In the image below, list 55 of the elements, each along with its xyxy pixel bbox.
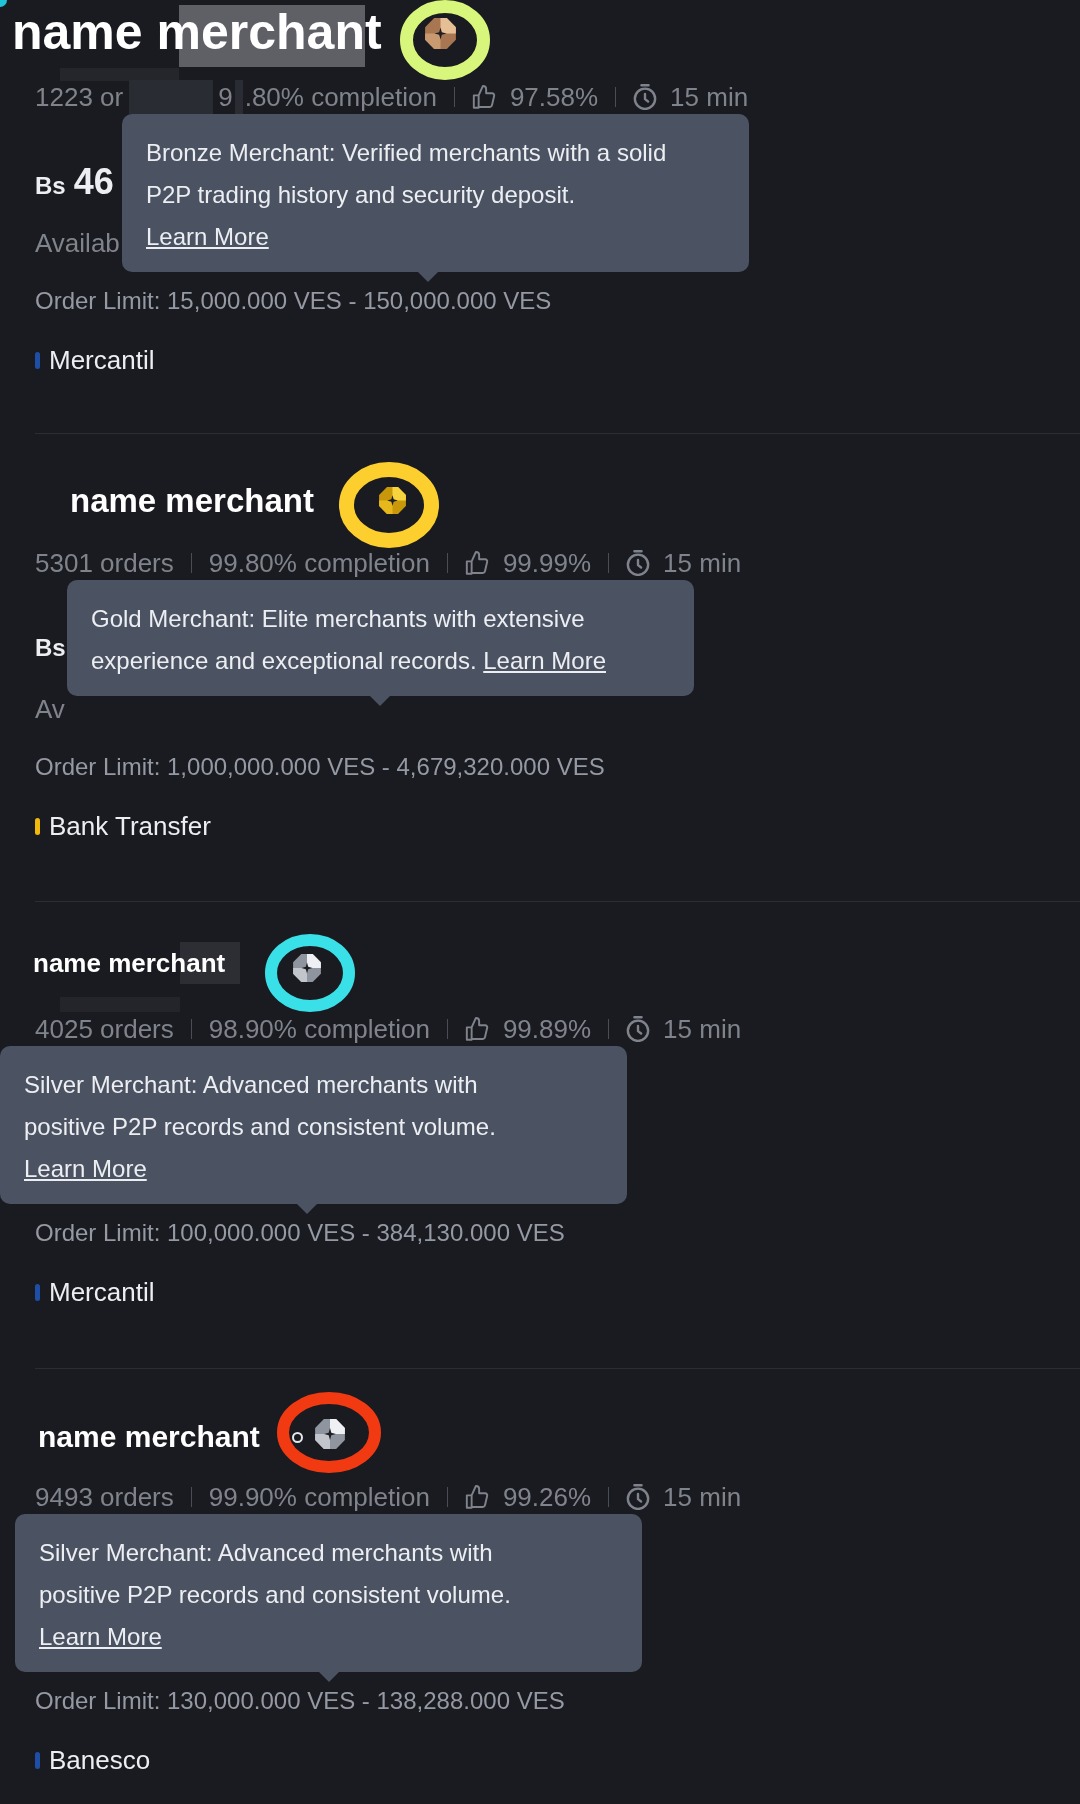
redaction-block <box>234 80 243 114</box>
order-limit: Order Limit: 1,000,000.000 VES - 4,679,320.000 VES <box>35 755 605 779</box>
order-limit: Order Limit: 100,000.000 VES - 384,130.000 VES <box>35 1221 565 1245</box>
payment-method: Banesco <box>49 1747 151 1773</box>
currency-label: Bs <box>35 633 66 663</box>
stat-text: .80% completion <box>244 84 437 110</box>
merchant-badge-icon <box>314 1419 345 1449</box>
positive-rate: 99.99% <box>502 550 592 576</box>
merchant-name: name merchant <box>12 5 382 67</box>
learn-more-link[interactable]: Learn More <box>146 223 269 250</box>
available-label: Av <box>35 696 65 722</box>
payment-method: Mercantil <box>49 1279 155 1305</box>
currency-label: Bs <box>35 171 66 201</box>
price-amount: 46 <box>73 160 114 204</box>
thumbs-up-icon <box>464 1017 489 1041</box>
learn-more-link[interactable]: Learn More <box>483 647 606 674</box>
order-limit: Order Limit: 15,000.000 VES - 150,000.000 VES <box>35 289 552 313</box>
learn-more-link[interactable]: Learn More <box>39 1623 162 1650</box>
stat-text: 98.90% completion <box>208 1016 430 1042</box>
tooltip-text: Silver Merchant: Advanced merchants with positive P2P records and consistent volume. Learn More <box>24 1070 497 1184</box>
positive-rate: 99.89% <box>502 1016 592 1042</box>
merchant-name: name merchant <box>38 1422 260 1452</box>
merchant-name: name merchant <box>70 483 314 517</box>
positive-rate: 97.58% <box>509 84 599 110</box>
timer-icon <box>626 1016 651 1042</box>
merchant-badge-icon <box>378 486 406 514</box>
merchant-name: name merchant <box>33 942 241 984</box>
learn-more-link[interactable]: Learn More <box>24 1155 147 1182</box>
timer-icon <box>626 550 651 576</box>
stat-text: 99.90% completion <box>208 1484 430 1510</box>
timer-icon <box>633 84 658 110</box>
release-time: 15 min <box>663 1484 742 1510</box>
tooltip-text: Silver Merchant: Advanced merchants with positive P2P records and consistent volume. Learn More <box>39 1538 512 1652</box>
stat-text: 9 <box>218 84 233 110</box>
tooltip-text: Gold Merchant: Elite merchants with extensive experience and exceptional records. Learn More <box>91 604 607 676</box>
timer-icon <box>626 1484 651 1510</box>
release-time: 15 min <box>663 550 742 576</box>
stat-text: 5301 orders <box>35 550 174 576</box>
thumbs-up-icon <box>471 85 496 109</box>
order-limit: Order Limit: 130,000.000 VES - 138,288.000 VES <box>35 1689 565 1713</box>
payment-method: Mercantil <box>49 347 155 373</box>
stat-text: 1223 or <box>35 84 124 110</box>
payment-method: Bank Transfer <box>49 813 211 839</box>
available-label: Availab <box>35 230 120 256</box>
merchant-badge-icon <box>293 954 322 982</box>
tooltip-text: Bronze Merchant: Verified merchants with a solid P2P trading history and security deposit. Learn More <box>146 138 668 252</box>
release-time: 15 min <box>670 84 749 110</box>
merchant-badge-icon <box>424 17 456 49</box>
thumbs-up-icon <box>464 1485 489 1509</box>
stat-text: 9493 orders <box>35 1484 174 1510</box>
stat-text: 4025 orders <box>35 1016 174 1042</box>
release-time: 15 min <box>663 1016 742 1042</box>
stat-text: 99.80% completion <box>208 550 430 576</box>
positive-rate: 99.26% <box>502 1484 592 1510</box>
thumbs-up-icon <box>464 551 489 575</box>
